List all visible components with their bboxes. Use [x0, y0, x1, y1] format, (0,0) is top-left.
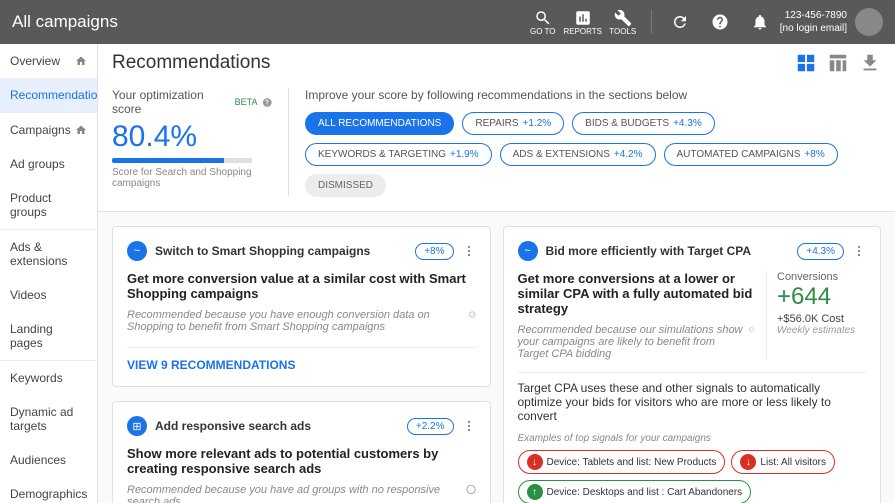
help-icon[interactable]: [700, 13, 740, 31]
filter-pill[interactable]: KEYWORDS & TARGETING+1.9%: [305, 143, 492, 166]
user-info: 123-456-7890[no login email]: [780, 9, 847, 35]
card-smart-shopping: ~ Switch to Smart Shopping campaigns +8%…: [112, 226, 491, 387]
refresh-icon[interactable]: [660, 13, 700, 31]
signal-pill: ↓Device: Tablets and list: New Products: [518, 450, 726, 474]
signal-pill: ↑Device: Desktops and list : Cart Abando…: [518, 480, 752, 503]
sidebar-item-landing-pages[interactable]: Landing pages: [0, 312, 97, 361]
home-icon: [75, 124, 87, 136]
bell-icon[interactable]: [740, 13, 780, 31]
score-badge: +4.3%: [797, 243, 844, 260]
filter-pill[interactable]: ADS & EXTENSIONS+4.2%: [500, 143, 656, 166]
help-icon[interactable]: ?: [469, 309, 476, 320]
header-title: All campaigns: [12, 12, 118, 32]
sidebar-item-demographics[interactable]: Demographics: [0, 477, 97, 503]
trend-icon: ~: [127, 241, 147, 261]
optimization-score: Your optimization score BETA 80.4% Score…: [112, 88, 272, 197]
arrow-down-icon: ↓: [527, 454, 543, 470]
more-icon[interactable]: [462, 419, 476, 433]
tools-icon[interactable]: TOOLS: [603, 9, 643, 36]
sidebar-item-ad-groups[interactable]: Ad groups: [0, 147, 97, 181]
filters-title: Improve your score by following recommen…: [305, 88, 881, 102]
sidebar-item-dynamic-ad-targets[interactable]: Dynamic ad targets: [0, 395, 97, 443]
sidebar-item-product-groups[interactable]: Product groups: [0, 181, 97, 230]
signal-pill: ↓List: All visitors: [731, 450, 835, 474]
avatar[interactable]: [855, 8, 883, 36]
reports-icon[interactable]: REPORTS: [563, 9, 603, 36]
arrow-up-icon: ↑: [527, 484, 543, 500]
table-icon[interactable]: [827, 52, 849, 74]
help-icon[interactable]: [466, 484, 476, 495]
app-header: All campaigns GO TO REPORTS TOOLS 123-45…: [0, 0, 895, 44]
sidebar-item-overview[interactable]: Overview: [0, 44, 97, 78]
dashboard-icon[interactable]: [795, 52, 817, 74]
trend-icon: ~: [518, 241, 538, 261]
sidebar-item-videos[interactable]: Videos: [0, 278, 97, 312]
stats: Conversions +644 +$56.0K Cost Weekly est…: [766, 271, 866, 360]
help-icon: [262, 97, 273, 108]
home-icon: [75, 55, 87, 67]
sidebar: OverviewRecommendationsCampaignsAd group…: [0, 44, 98, 503]
card-responsive-ads: ⊞ Add responsive search ads +2.2% Show m…: [112, 401, 491, 503]
sidebar-item-ads-extensions[interactable]: Ads & extensions: [0, 230, 97, 278]
svg-text:?: ?: [471, 313, 474, 317]
goto-icon[interactable]: GO TO: [523, 9, 563, 36]
filter-pill[interactable]: DISMISSED: [305, 174, 386, 197]
card-target-cpa: ~ Bid more efficiently with Target CPA +…: [503, 226, 882, 503]
filter-pill[interactable]: ALL RECOMMENDATIONS: [305, 112, 454, 135]
score-badge: +2.2%: [407, 418, 454, 435]
filter-pill[interactable]: BIDS & BUDGETS+4.3%: [572, 112, 715, 135]
download-icon[interactable]: [859, 52, 881, 74]
view-recs-link[interactable]: VIEW 9 RECOMMENDATIONS: [127, 358, 295, 372]
more-icon[interactable]: [852, 244, 866, 258]
sidebar-item-recommendations[interactable]: Recommendations: [0, 78, 97, 113]
sidebar-item-campaigns[interactable]: Campaigns: [0, 113, 97, 147]
more-icon[interactable]: [462, 244, 476, 258]
sidebar-item-audiences[interactable]: Audiences: [0, 443, 97, 477]
filter-pill[interactable]: REPAIRS+1.2%: [462, 112, 564, 135]
page-title: Recommendations: [112, 52, 270, 74]
sidebar-item-keywords[interactable]: Keywords: [0, 361, 97, 395]
score-badge: +8%: [415, 243, 453, 260]
help-icon[interactable]: [749, 324, 754, 335]
arrow-down-icon: ↓: [740, 454, 756, 470]
filter-pill[interactable]: AUTOMATED CAMPAIGNS+8%: [664, 143, 838, 166]
add-icon: ⊞: [127, 416, 147, 436]
